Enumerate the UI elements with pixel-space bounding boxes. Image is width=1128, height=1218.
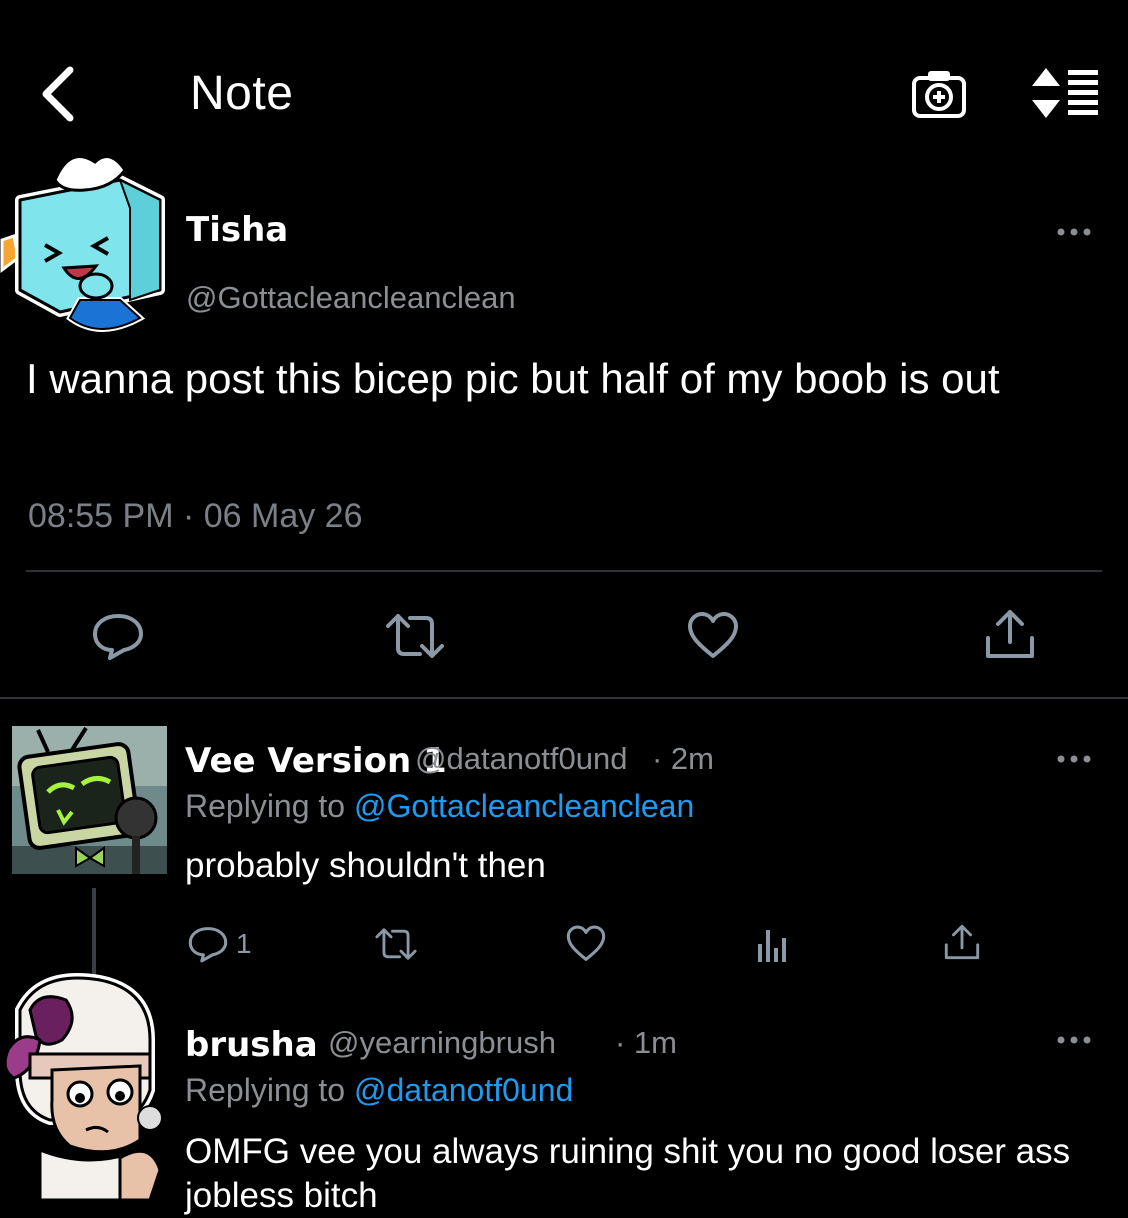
divider [0, 697, 1128, 699]
reply-author-handle[interactable]: @datanotf0und [415, 741, 627, 777]
page-title: Note [190, 67, 294, 120]
sort-icon[interactable] [1030, 66, 1102, 120]
share-icon[interactable] [982, 606, 1038, 662]
reply-time: · 2m [652, 741, 714, 776]
reply-author-name[interactable]: brusha [185, 1025, 318, 1065]
analytics-icon[interactable] [752, 924, 796, 964]
reply-text: OMFG vee you always ruining shit you no … [185, 1132, 1071, 1215]
post-timestamp: 08:55 PM · 06 May 26 [28, 497, 363, 535]
author-name[interactable]: Tisha [186, 210, 288, 250]
more-icon[interactable] [1056, 753, 1092, 765]
avatar[interactable] [12, 726, 167, 874]
like-icon[interactable] [686, 610, 740, 662]
thread-line [92, 888, 96, 976]
retweet-icon[interactable] [384, 610, 446, 662]
reply-time: · 1m [615, 1025, 677, 1060]
back-icon[interactable] [36, 64, 84, 124]
share-icon[interactable] [940, 922, 984, 962]
more-icon[interactable] [1056, 226, 1092, 238]
avatar[interactable] [0, 970, 170, 1200]
reply-author-name[interactable]: Vee Version 1 [185, 741, 447, 781]
replying-to-link[interactable]: @datanotf0und [354, 1072, 573, 1108]
replying-to-link[interactable]: @Gottacleancleanclean [354, 788, 694, 824]
author-handle[interactable]: @Gottacleancleanclean [186, 280, 516, 316]
replying-to-prefix: Replying to [185, 1072, 346, 1108]
replying-to-prefix: Replying to [185, 788, 346, 824]
post-body: I wanna post this bicep pic but half of … [26, 355, 1000, 402]
more-icon[interactable] [1056, 1034, 1092, 1046]
reply-text: probably shouldn't then [185, 846, 546, 885]
replying-to: Replying to @Gottacleancleanclean [185, 788, 694, 825]
reply-icon[interactable] [186, 924, 230, 964]
reply-author-handle[interactable]: @yearningbrush [328, 1025, 556, 1061]
camera-add-icon[interactable] [910, 66, 968, 122]
divider [26, 570, 1102, 572]
avatar[interactable] [0, 140, 178, 350]
retweet-icon[interactable] [374, 924, 418, 964]
like-icon[interactable] [564, 924, 608, 964]
reply-icon[interactable] [90, 610, 146, 662]
replying-to: Replying to @datanotf0und [185, 1072, 573, 1109]
reply-count: 1 [236, 928, 252, 959]
